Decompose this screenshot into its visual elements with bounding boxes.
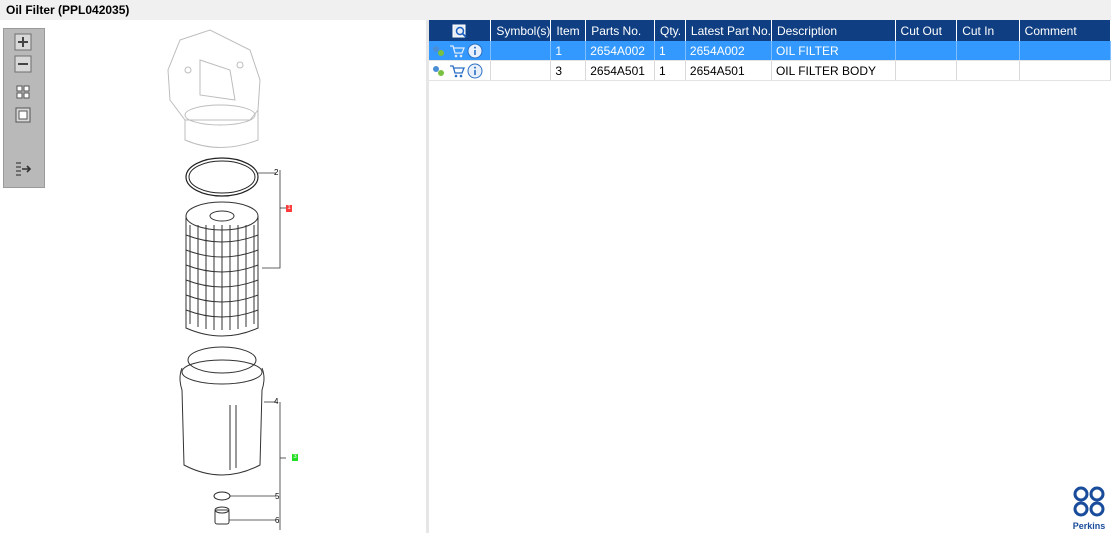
cell-cut-in: [956, 41, 1020, 61]
table-row[interactable]: 3 2654A501 1 2654A501 OIL FILTER BODY: [429, 60, 1111, 81]
cell-qty: 1: [654, 60, 686, 81]
illustration-pane[interactable]: 2 1 4 3 5 6: [0, 20, 426, 533]
brand-name: Perkins: [1072, 521, 1106, 531]
cell-cut-in: [956, 60, 1020, 81]
window-titlebar: Oil Filter (PPL042035): [0, 0, 1111, 20]
cell-item: 1: [550, 41, 587, 61]
cell-symbols: [490, 60, 552, 81]
column-header-description[interactable]: Description: [771, 20, 896, 41]
cell-latest-part-no: 2654A002: [685, 41, 772, 61]
info-icon[interactable]: [467, 63, 483, 79]
cell-item: 3: [550, 60, 587, 81]
cell-symbols: [490, 41, 552, 61]
export-list-icon[interactable]: [14, 160, 32, 178]
zoom-in-icon[interactable]: [14, 33, 32, 51]
column-header-symbols[interactable]: Symbol(s): [490, 20, 552, 41]
cell-cut-out: [895, 41, 958, 61]
actual-size-icon[interactable]: [14, 106, 32, 124]
gears-icon[interactable]: [431, 63, 447, 79]
cell-latest-part-no: 2654A501: [685, 60, 772, 81]
info-icon[interactable]: [467, 43, 483, 59]
column-header-qty[interactable]: Qty.: [654, 20, 686, 41]
zoom-out-icon[interactable]: [14, 55, 32, 73]
parts-list-pane: Symbol(s) Item Parts No. Qty. Latest Par…: [429, 20, 1111, 533]
cell-part-no: 2654A002: [585, 41, 656, 61]
column-header-cut-out[interactable]: Cut Out: [895, 20, 958, 41]
cell-part-no: 2654A501: [585, 60, 656, 81]
cell-cut-out: [895, 60, 958, 81]
callout-label[interactable]: 4: [274, 397, 278, 406]
callout-marker-highlight[interactable]: 3: [292, 454, 298, 461]
window-title: Oil Filter (PPL042035): [6, 3, 130, 17]
row-actions: [429, 60, 492, 81]
fit-all-icon[interactable]: [14, 83, 32, 101]
column-header-actions[interactable]: [429, 20, 492, 41]
row-actions: [429, 41, 492, 61]
cell-comment: [1019, 60, 1111, 81]
column-header-part-no[interactable]: Parts No.: [585, 20, 656, 41]
cell-description: OIL FILTER: [771, 41, 896, 61]
column-header-item[interactable]: Item: [550, 20, 587, 41]
cell-description: OIL FILTER BODY: [771, 60, 896, 81]
viewer-toolbar: [3, 28, 45, 188]
shopping-cart-icon[interactable]: [449, 63, 465, 79]
gears-icon[interactable]: [431, 43, 447, 59]
exploded-parts-drawing: [167, 29, 286, 530]
perkins-logo-icon: [1073, 486, 1105, 517]
callout-label[interactable]: 6: [275, 516, 279, 525]
parts-table: Symbol(s) Item Parts No. Qty. Latest Par…: [429, 20, 1111, 81]
cell-comment: [1019, 41, 1111, 61]
shopping-cart-icon[interactable]: [449, 43, 465, 59]
column-header-latest-part-no[interactable]: Latest Part No.: [685, 20, 772, 41]
table-row[interactable]: 1 2654A002 1 2654A002 OIL FILTER: [429, 41, 1111, 61]
cell-qty: 1: [654, 41, 686, 61]
callout-marker-highlight[interactable]: 1: [286, 205, 292, 212]
callout-label[interactable]: 5: [275, 492, 279, 501]
column-header-cut-in[interactable]: Cut In: [956, 20, 1020, 41]
brand-logo: Perkins: [1069, 485, 1109, 531]
table-header-row: Symbol(s) Item Parts No. Qty. Latest Par…: [429, 20, 1111, 41]
find-part-icon[interactable]: [452, 23, 468, 39]
callout-label[interactable]: 2: [274, 168, 278, 177]
column-header-comment[interactable]: Comment: [1019, 20, 1111, 41]
